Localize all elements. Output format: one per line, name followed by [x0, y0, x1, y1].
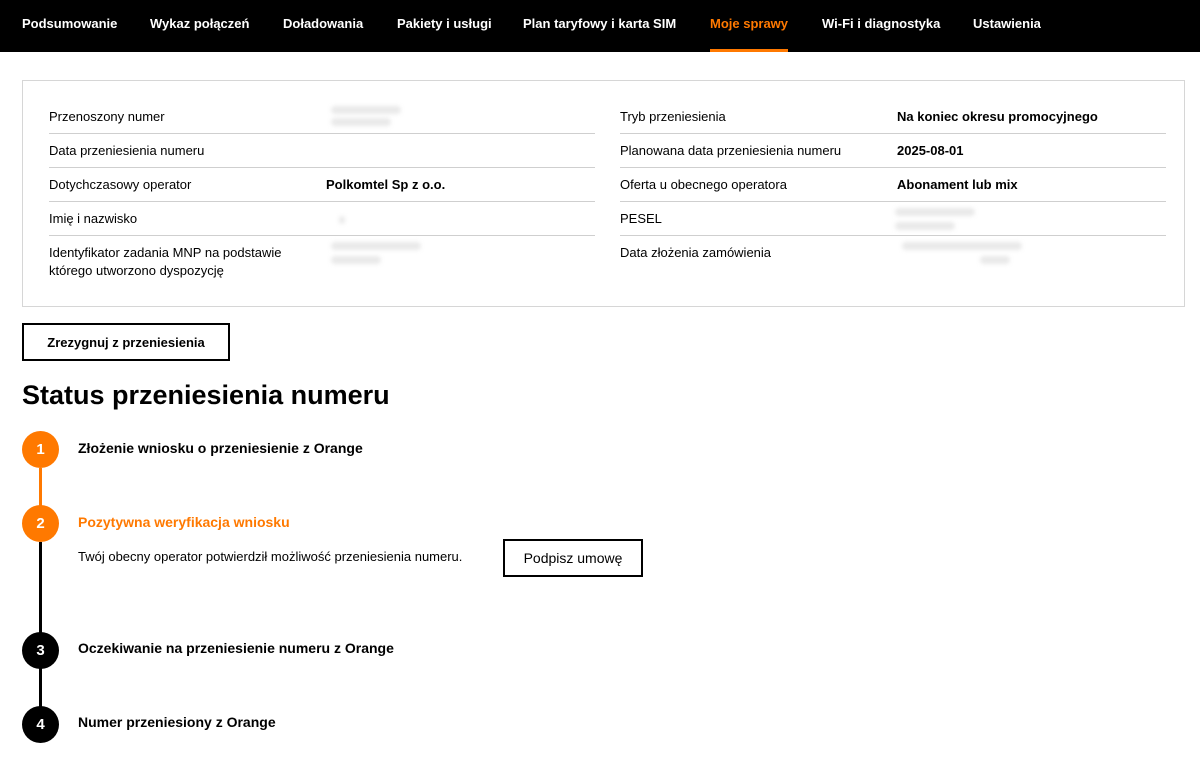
nav-item-wifi-diagnostyka[interactable]: Wi-Fi i diagnostyka [822, 0, 940, 52]
detail-label: Dotychczasowy operator [49, 177, 192, 192]
top-navigation: Podsumowanie Wykaz połączeń Doładowania … [0, 0, 1200, 52]
nav-item-moje-sprawy[interactable]: Moje sprawy [710, 0, 789, 52]
nav-item-doladowania[interactable]: Doładowania [283, 0, 363, 52]
redacted-value [331, 118, 391, 126]
page-title: Status przeniesienia numeru [22, 380, 390, 410]
detail-value: 2025-08-01 [897, 143, 964, 158]
redacted-value [902, 242, 1022, 250]
nav-item-plan-taryfowy[interactable]: Plan taryfowy i karta SIM [523, 0, 676, 52]
step-number-1: 1 [22, 431, 59, 468]
sign-contract-button[interactable]: Podpisz umowę [503, 539, 643, 577]
resign-transfer-button[interactable]: Zrezygnuj z przeniesienia [22, 323, 230, 361]
redacted-value [980, 256, 1010, 264]
step-connector [39, 668, 42, 708]
detail-row-name: Imię i nazwisko [49, 202, 595, 236]
detail-row-transfer-date: Data przeniesienia numeru [49, 134, 595, 168]
detail-value: Polkomtel Sp z o.o. [326, 177, 446, 192]
step-number-2: 2 [22, 505, 59, 542]
step-number-4: 4 [22, 706, 59, 743]
detail-value: Abonament lub mix [897, 177, 1018, 192]
nav-item-podsumowanie[interactable]: Podsumowanie [22, 0, 117, 52]
detail-row-mnp-id: Identyfikator zadania MNP na podstawie k… [49, 236, 595, 286]
redacted-value [895, 222, 955, 230]
nav-item-wykaz-polaczen[interactable]: Wykaz połączeń [150, 0, 249, 52]
detail-label: Przenoszony numer [49, 109, 165, 124]
detail-label: Planowana data przeniesienia numeru [620, 143, 842, 158]
nav-item-ustawienia[interactable]: Ustawienia [973, 0, 1041, 52]
redacted-value [339, 216, 345, 224]
nav-item-pakiety-i-uslugi[interactable]: Pakiety i usługi [397, 0, 492, 52]
detail-label: Data złożenia zamówienia [620, 245, 772, 260]
detail-row-planned-date: Planowana data przeniesienia numeru 2025… [620, 134, 1166, 168]
detail-label: Oferta u obecnego operatora [620, 177, 787, 192]
step-title-3: Oczekiwanie na przeniesienie numeru z Or… [78, 640, 394, 656]
detail-label: Tryb przeniesienia [620, 109, 726, 124]
step-connector [39, 542, 42, 639]
detail-row-order-date: Data złożenia zamówienia [620, 236, 1166, 286]
step-connector [39, 468, 42, 508]
detail-row-number: Przenoszony numer [49, 100, 595, 134]
detail-label: Imię i nazwisko [49, 211, 138, 226]
detail-row-pesel: PESEL [620, 202, 1166, 236]
step-description-2: Twój obecny operator potwierdził możliwo… [78, 549, 463, 564]
detail-row-operator: Dotychczasowy operator Polkomtel Sp z o.… [49, 168, 595, 202]
detail-label: Identyfikator zadania MNP na podstawie k… [49, 245, 282, 278]
porting-details-panel: Przenoszony numer Data przeniesienia num… [22, 80, 1185, 307]
detail-value: Na koniec okresu promocyjnego [897, 109, 1098, 124]
detail-label: PESEL [620, 211, 662, 226]
step-title-4: Numer przeniesiony z Orange [78, 714, 276, 730]
detail-label: Data przeniesienia numeru [49, 143, 205, 158]
redacted-value [331, 242, 421, 250]
step-title-2: Pozytywna weryfikacja wniosku [78, 514, 290, 530]
redacted-value [331, 256, 381, 264]
redacted-value [895, 208, 975, 216]
redacted-value [331, 106, 401, 114]
detail-row-mode: Tryb przeniesienia Na koniec okresu prom… [620, 100, 1166, 134]
step-number-3: 3 [22, 632, 59, 669]
detail-row-offer: Oferta u obecnego operatora Abonament lu… [620, 168, 1166, 202]
step-title-1: Złożenie wniosku o przeniesienie z Orang… [78, 440, 363, 456]
